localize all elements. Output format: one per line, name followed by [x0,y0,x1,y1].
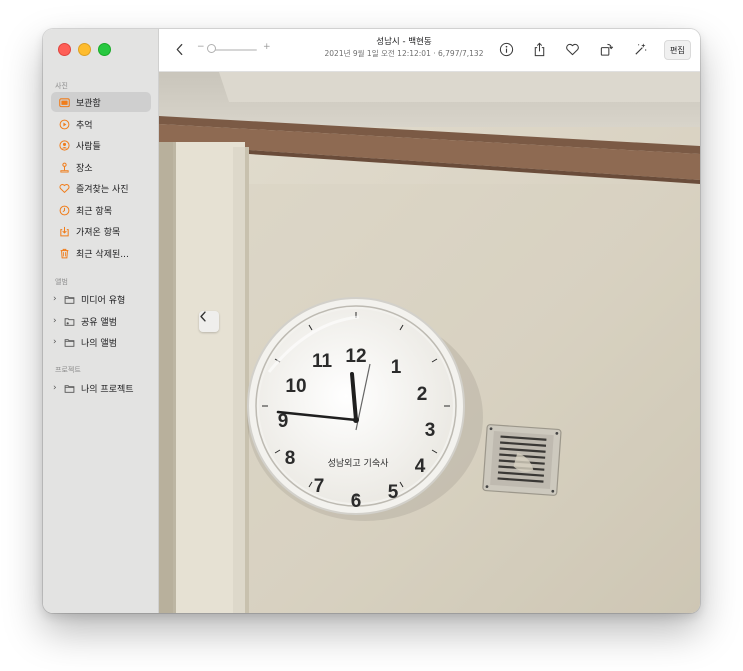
sidebar-album-my-albums[interactable]: › 나의 앨범 [53,332,117,352]
folder-icon [63,293,76,306]
back-button[interactable] [171,39,187,59]
zoom-slider-track[interactable] [209,49,257,51]
previous-photo-button[interactable] [199,311,219,332]
close-window-button[interactable] [58,43,71,56]
sidebar-item-label: 사람들 [76,141,101,152]
clock-brand-text: 성남외고 기숙사 [328,457,390,469]
clock-numeral: 8 [285,448,296,469]
share-icon [534,42,544,56]
clock-numeral: 3 [425,420,436,441]
zoom-slider[interactable]: − + [197,42,277,56]
sidebar-section-albums: 앨범 [55,278,68,286]
sidebar-item-places[interactable]: 장소 [51,157,151,177]
clock-numeral: 12 [345,346,366,367]
rotate-button[interactable] [597,40,615,58]
shared-folder-icon [63,315,76,328]
sidebar-item-library[interactable]: 보관함 [51,92,151,112]
clock-numeral: 11 [312,351,333,372]
share-button[interactable] [530,40,548,58]
sidebar-item-label: 장소 [76,163,93,174]
photo-viewer[interactable]: 12 1 2 3 4 5 6 7 8 9 10 11 성남외고 기숙사 [159,72,700,613]
clock-numeral: 4 [415,456,426,477]
edit-button[interactable]: 편집 [664,40,691,60]
photo-image: 12 1 2 3 4 5 6 7 8 9 10 11 성남외고 기숙사 [159,72,700,613]
auto-enhance-button[interactable] [631,40,649,58]
photos-window: 사진 보관함 추억 사람들 장소 즐겨찾는 사진 최근 항목 가져온 항목 최근… [43,29,700,613]
sidebar-item-memories[interactable]: 추억 [51,114,151,134]
chevron-left-icon [176,43,182,55]
magic-wand-icon [634,42,646,55]
clock-numeral: 5 [388,482,399,503]
zoom-slider-knob[interactable] [207,44,216,53]
sidebar-item-imports[interactable]: 가져온 항목 [51,221,151,241]
photo-title-block: 성남시 - 백현동 2021년 9월 1일 오전 12:12:01 · 6,79… [299,36,509,60]
chevron-right-icon[interactable]: › [53,294,61,304]
info-icon [499,42,513,56]
trash-icon [57,246,71,260]
clock-numeral: 1 [391,357,402,378]
zoom-in-label: + [263,42,271,52]
chevron-right-icon[interactable]: › [53,316,61,326]
clock-numeral: 2 [417,384,428,405]
sidebar: 사진 보관함 추억 사람들 장소 즐겨찾는 사진 최근 항목 가져온 항목 최근… [43,29,159,613]
sidebar-item-label: 추억 [76,120,93,131]
places-icon [57,160,71,174]
sidebar-project-my-projects[interactable]: › 나의 프로젝트 [53,378,134,398]
clock-numeral: 7 [314,476,325,497]
sidebar-section-photos: 사진 [55,82,68,90]
sidebar-project-label: 나의 프로젝트 [81,384,134,395]
heart-icon [565,43,579,55]
sidebar-item-label: 가져온 항목 [76,227,121,238]
import-icon [57,224,71,238]
heart-icon [57,181,71,195]
sidebar-item-label: 보관함 [76,98,101,109]
chevron-right-icon[interactable]: › [53,383,61,393]
chevron-right-icon[interactable]: › [53,337,61,347]
sidebar-item-recently-deleted[interactable]: 최근 삭제된... [51,243,151,263]
favorite-button[interactable] [563,40,581,58]
sidebar-section-projects: 프로젝트 [55,366,81,374]
folder-icon [63,382,76,395]
sidebar-album-shared[interactable]: › 공유 앨범 [53,311,117,331]
info-button[interactable] [497,40,515,58]
people-icon [57,138,71,152]
sidebar-item-label: 최근 삭제된... [76,249,129,260]
zoom-out-label: − [197,42,205,52]
sidebar-item-label: 즐겨찾는 사진 [76,184,129,195]
photo-subtitle: 2021년 9월 1일 오전 12:12:01 · 6,797/7,132 [324,49,484,58]
sidebar-item-favorites[interactable]: 즐겨찾는 사진 [51,178,151,198]
library-icon [57,95,71,109]
sidebar-item-recents[interactable]: 최근 항목 [51,200,151,220]
minimize-window-button[interactable] [78,43,91,56]
memories-icon [57,117,71,131]
sidebar-album-label: 공유 앨범 [81,317,117,328]
traffic-lights [58,43,111,56]
sidebar-album-media-types[interactable]: › 미디어 유형 [53,289,125,309]
sidebar-item-label: 최근 항목 [76,206,112,217]
sidebar-item-people[interactable]: 사람들 [51,135,151,155]
sidebar-album-label: 나의 앨범 [81,338,117,349]
clock-numeral: 10 [285,376,306,397]
chevron-left-icon [200,311,206,322]
zoom-window-button[interactable] [98,43,111,56]
toolbar: − + 성남시 - 백현동 2021년 9월 1일 오전 12:12:01 · … [159,29,700,72]
folder-icon [63,336,76,349]
rotate-icon [600,43,613,56]
photo-title: 성남시 - 백현동 [376,37,432,47]
sidebar-album-label: 미디어 유형 [81,295,126,306]
clock-numeral: 6 [351,491,362,512]
clock-icon [57,203,71,217]
